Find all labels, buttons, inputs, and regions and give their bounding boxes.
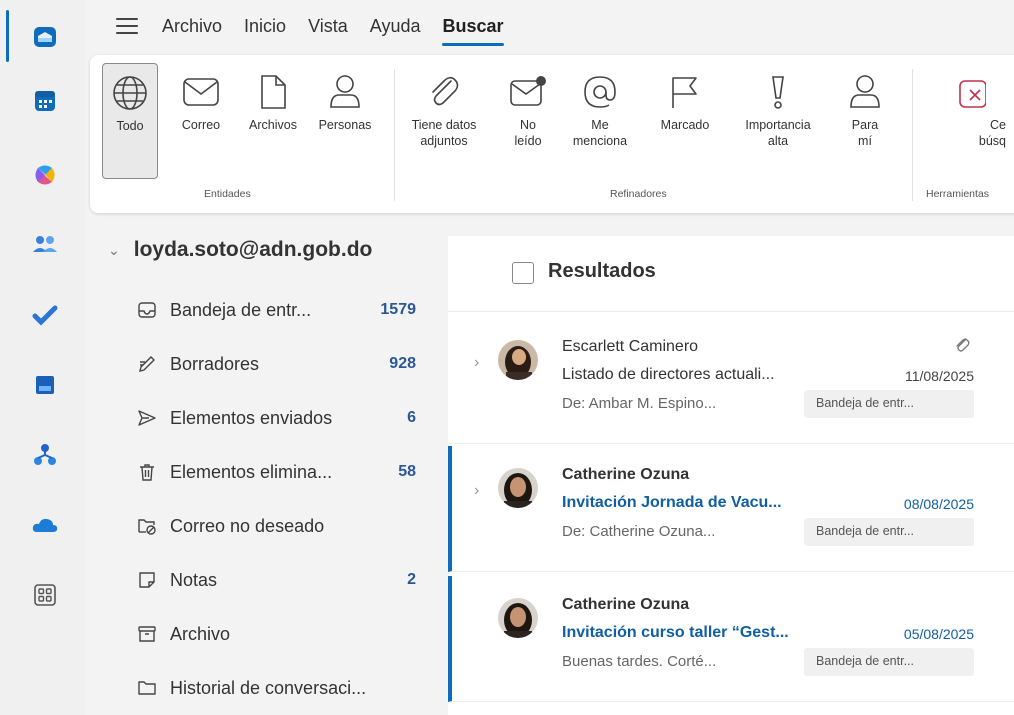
menu-bar: Archivo Inicio Vista Ayuda Buscar bbox=[86, 0, 1014, 52]
to-me-button[interactable]: Para mí bbox=[842, 63, 888, 149]
avatar bbox=[498, 598, 538, 638]
account-header[interactable]: ⌄ loyda.soto@adn.gob.do bbox=[108, 238, 372, 262]
group-label-entidades: Entidades bbox=[204, 188, 251, 200]
exclamation-icon bbox=[772, 76, 784, 109]
message-subject: Invitación curso taller “Gest... bbox=[562, 624, 789, 641]
people-icon[interactable] bbox=[30, 230, 60, 260]
person-icon bbox=[850, 75, 880, 108]
unread-count: 928 bbox=[389, 355, 416, 372]
message-preview: De: Ambar M. Espino... bbox=[562, 395, 717, 412]
folder-badge: Bandeja de entr... bbox=[804, 648, 974, 676]
notebook-icon[interactable] bbox=[30, 370, 60, 400]
unread-count: 58 bbox=[398, 463, 416, 480]
folder-deleted[interactable]: Elementos elimina... 58 bbox=[136, 452, 416, 492]
envelope-icon bbox=[183, 78, 219, 106]
list-header: Resultados bbox=[448, 236, 1014, 312]
message-subject: Listado de directores actuali... bbox=[562, 366, 775, 383]
chevron-right-icon[interactable]: › bbox=[474, 482, 479, 500]
scope-people-button[interactable]: Personas bbox=[308, 63, 382, 133]
close-search-button[interactable]: Ce búsq bbox=[936, 63, 1014, 149]
message-sender: Catherine Ozuna bbox=[562, 596, 690, 613]
message-date: 08/08/2025 bbox=[903, 496, 974, 512]
scope-mail-button[interactable]: Correo bbox=[166, 63, 236, 133]
chevron-right-icon[interactable]: › bbox=[474, 354, 479, 372]
todo-check-icon[interactable] bbox=[30, 300, 60, 330]
message-preview: De: Catherine Ozuna... bbox=[562, 523, 716, 540]
org-explorer-icon[interactable] bbox=[30, 440, 60, 470]
paperclip-icon bbox=[432, 76, 459, 106]
inbox-icon bbox=[136, 299, 158, 321]
message-sender: Catherine Ozuna bbox=[562, 466, 690, 483]
junk-folder-icon bbox=[136, 515, 158, 537]
folder-inbox[interactable]: Bandeja de entr... 1579 bbox=[136, 290, 416, 330]
folder-drafts[interactable]: Borradores 928 bbox=[136, 344, 416, 384]
copilot-icon[interactable] bbox=[30, 160, 60, 190]
menu-inicio[interactable]: Inicio bbox=[244, 16, 286, 37]
message-preview: Buenas tardes. Corté... bbox=[562, 653, 717, 670]
trash-icon bbox=[136, 461, 158, 483]
message-subject: Invitación Jornada de Vacu... bbox=[562, 494, 782, 511]
mentions-me-button[interactable]: Me menciona bbox=[564, 63, 636, 149]
unread-mail-icon bbox=[510, 76, 546, 106]
avatar bbox=[498, 340, 538, 380]
select-all-checkbox[interactable] bbox=[512, 262, 534, 284]
mail-icon[interactable] bbox=[30, 22, 60, 52]
account-email: loyda.soto@adn.gob.do bbox=[133, 238, 373, 261]
message-item[interactable]: Catherine Ozuna Invitación curso taller … bbox=[448, 576, 1014, 702]
close-search-icon bbox=[959, 80, 986, 108]
unread-count: 1579 bbox=[380, 301, 416, 318]
globe-icon bbox=[113, 76, 147, 110]
rail-active-indicator bbox=[6, 10, 9, 62]
archive-icon bbox=[136, 623, 158, 645]
has-attachments-button[interactable]: Tiene datos adjuntos bbox=[402, 63, 486, 149]
folder-badge: Bandeja de entr... bbox=[804, 518, 974, 546]
at-sign-icon bbox=[584, 76, 616, 108]
chevron-down-icon: ⌄ bbox=[108, 241, 120, 258]
unread-filter-button[interactable]: No leído bbox=[500, 63, 556, 149]
group-separator bbox=[912, 69, 913, 201]
scope-all-button[interactable]: Todo bbox=[102, 63, 158, 179]
app-rail bbox=[0, 0, 86, 715]
group-separator bbox=[394, 69, 395, 201]
unread-count: 6 bbox=[407, 409, 416, 426]
paperclip-icon bbox=[954, 336, 970, 359]
avatar bbox=[498, 468, 538, 508]
folder-icon bbox=[136, 677, 158, 699]
calendar-icon[interactable] bbox=[30, 86, 60, 116]
folder-junk[interactable]: Correo no deseado bbox=[136, 506, 416, 546]
message-date: 05/08/2025 bbox=[903, 626, 974, 642]
folder-conversation-history[interactable]: Historial de conversaci... bbox=[136, 668, 416, 708]
hamburger-menu-icon[interactable] bbox=[114, 15, 140, 37]
search-ribbon: Todo Correo Archivos Personas Entidades … bbox=[90, 55, 1014, 213]
message-date: 11/08/2025 bbox=[904, 368, 974, 384]
flagged-button[interactable]: Marcado bbox=[650, 63, 720, 133]
message-list: Resultados › Escarlett Caminero Listado … bbox=[448, 236, 1014, 715]
send-icon bbox=[136, 407, 158, 429]
folder-archive[interactable]: Archivo bbox=[136, 614, 416, 654]
folder-sent[interactable]: Elementos enviados 6 bbox=[136, 398, 416, 438]
note-icon bbox=[136, 569, 158, 591]
results-title: Resultados bbox=[548, 260, 656, 282]
scope-files-button[interactable]: Archivos bbox=[240, 63, 306, 133]
onedrive-cloud-icon[interactable] bbox=[30, 510, 60, 540]
menu-vista[interactable]: Vista bbox=[308, 16, 348, 37]
flag-icon bbox=[672, 77, 697, 108]
folder-notes[interactable]: Notas 2 bbox=[136, 560, 416, 600]
menu-archivo[interactable]: Archivo bbox=[162, 16, 222, 37]
message-sender: Escarlett Caminero bbox=[562, 338, 699, 355]
menu-buscar[interactable]: Buscar bbox=[442, 16, 504, 46]
menu-ayuda[interactable]: Ayuda bbox=[370, 16, 421, 37]
high-importance-button[interactable]: Importancia alta bbox=[730, 63, 826, 149]
message-item[interactable]: › Catherine Ozuna Invitación Jornada de … bbox=[448, 446, 1014, 572]
group-label-herramientas: Herramientas bbox=[926, 188, 990, 200]
drafts-pencil-icon bbox=[136, 353, 158, 375]
apps-grid-icon[interactable] bbox=[30, 580, 60, 610]
group-label-refinadores: Refinadores bbox=[610, 188, 667, 200]
message-item[interactable]: › Escarlett Caminero Listado de director… bbox=[448, 318, 1014, 444]
document-icon bbox=[261, 75, 286, 109]
unread-count: 2 bbox=[407, 571, 416, 588]
person-icon bbox=[330, 75, 360, 108]
folder-badge: Bandeja de entr... bbox=[804, 390, 974, 418]
